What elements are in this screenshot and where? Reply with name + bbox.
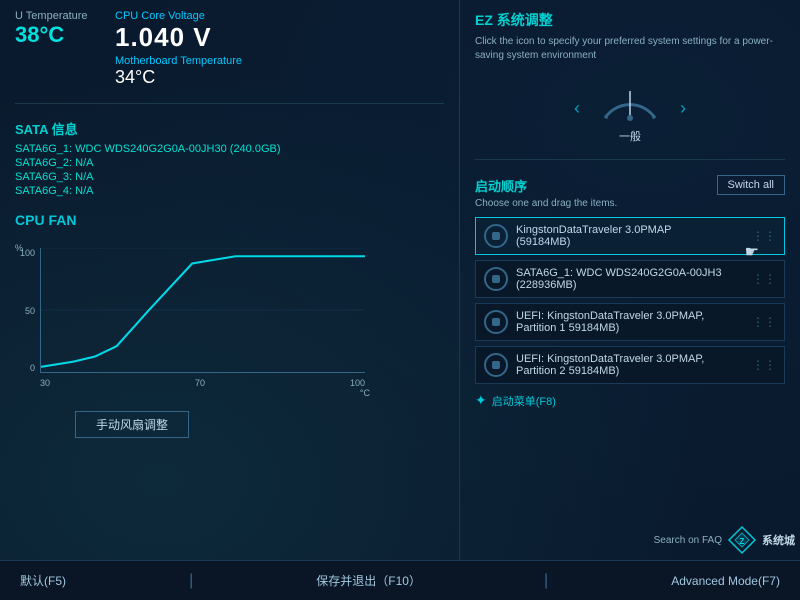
boot-icon-inner-4 (492, 361, 500, 369)
x-tick-100: 100 (350, 378, 365, 388)
fan-title: CPU FAN (15, 212, 444, 228)
y-tick-100: 100 (15, 248, 35, 258)
gauge-wrap: 一般 (595, 73, 665, 144)
watermark-brand: 系统城 (762, 532, 795, 548)
gauge-svg (595, 73, 665, 123)
boot-desc: Choose one and drag the items. (475, 198, 785, 209)
sata-title: SATA 信息 (15, 119, 444, 138)
boot-item-1[interactable]: KingstonDataTraveler 3.0PMAP(59184MB) ⋮⋮… (475, 217, 785, 255)
boot-header: 启动顺序 Switch all (475, 175, 785, 195)
boot-text-2: SATA6G_1: WDC WDS240G2G0A-00JH3(228936MB… (516, 267, 744, 291)
search-label: Search on FAQ (654, 535, 722, 546)
boot-menu[interactable]: ✦ 启动菜单(F8) (475, 392, 785, 409)
watermark-text: Search on FAQ (654, 535, 722, 546)
boot-drag-4: ⋮⋮ (752, 358, 776, 372)
y-tick-50: 50 (15, 306, 35, 316)
boot-text-4: UEFI: KingstonDataTraveler 3.0PMAP,Parti… (516, 353, 744, 377)
mb-temp-label: Motherboard Temperature (115, 55, 444, 67)
boot-drag-1: ⋮⋮ (752, 229, 776, 243)
boot-icon-inner-2 (492, 275, 500, 283)
chart-draw-area (40, 248, 365, 373)
bottom-bar: 默认(F5) | 保存并退出（F10） | Advanced Mode(F7) (0, 560, 800, 600)
boot-item-4[interactable]: UEFI: KingstonDataTraveler 3.0PMAP,Parti… (475, 346, 785, 384)
fan-chart: % 100 50 0 (15, 233, 375, 403)
voltage-label: CPU Core Voltage (115, 10, 444, 22)
fan-section: CPU FAN % 100 50 0 (15, 212, 444, 438)
mb-temp-value: 34°C (115, 67, 444, 88)
chart-x-ticks: 30 70 100 (40, 378, 365, 388)
right-panel: EZ 系统调整 Click the icon to specify your p… (460, 0, 800, 600)
boot-text-1: KingstonDataTraveler 3.0PMAP(59184MB) (516, 224, 744, 248)
svg-text:Z: Z (740, 537, 745, 546)
fan-chart-svg (41, 248, 365, 372)
advanced-mode-button[interactable]: Advanced Mode(F7) (671, 574, 780, 588)
voltage-value: 1.040 V (115, 22, 444, 53)
boot-icon-inner-3 (492, 318, 500, 326)
main-layout: U Temperature 38°C CPU Core Voltage 1.04… (0, 0, 800, 600)
boot-text-3: UEFI: KingstonDataTraveler 3.0PMAP,Parti… (516, 310, 744, 334)
ez-section: EZ 系统调整 Click the icon to specify your p… (475, 10, 785, 160)
save-exit-button[interactable]: 保存并退出（F10） (316, 572, 421, 589)
diamond-logo-svg: Z (727, 525, 757, 555)
boot-icon-2 (484, 267, 508, 291)
chart-y-ticks: 100 50 0 (15, 248, 35, 373)
top-section: U Temperature 38°C CPU Core Voltage 1.04… (15, 10, 444, 104)
sata-item-4: SATA6G_4: N/A (15, 185, 444, 197)
default-button[interactable]: 默认(F5) (20, 572, 66, 589)
voltage-block: CPU Core Voltage 1.040 V Motherboard Tem… (115, 10, 444, 88)
cpu-temp-block: U Temperature 38°C (15, 10, 95, 88)
boot-icon-4 (484, 353, 508, 377)
chart-x-unit: °C (360, 388, 370, 398)
gauge-container: ‹ 一般 › (475, 73, 785, 144)
boot-menu-icon: ✦ (475, 392, 487, 409)
ez-desc: Click the icon to specify your preferred… (475, 35, 785, 63)
boot-drag-2: ⋮⋮ (752, 272, 776, 286)
boot-item-2[interactable]: SATA6G_1: WDC WDS240G2G0A-00JH3(228936MB… (475, 260, 785, 298)
cursor-hand: ☛ (745, 242, 759, 262)
boot-drag-3: ⋮⋮ (752, 315, 776, 329)
boot-menu-text: 启动菜单(F8) (492, 393, 556, 409)
sata-item-3: SATA6G_3: N/A (15, 171, 444, 183)
x-tick-30: 30 (40, 378, 50, 388)
sata-item-1: SATA6G_1: WDC WDS240G2G0A-00JH30 (240.0G… (15, 143, 444, 155)
x-tick-70: 70 (195, 378, 205, 388)
watermark: Search on FAQ Z 系统城 (654, 525, 795, 555)
boot-icon-1 (484, 224, 508, 248)
boot-item-3[interactable]: UEFI: KingstonDataTraveler 3.0PMAP,Parti… (475, 303, 785, 341)
separator-1: | (189, 572, 193, 590)
gauge-right-arrow[interactable]: › (680, 98, 686, 119)
boot-title: 启动顺序 (475, 176, 527, 195)
ez-title: EZ 系统调整 (475, 10, 785, 30)
left-panel: U Temperature 38°C CPU Core Voltage 1.04… (0, 0, 460, 600)
y-tick-0: 0 (15, 363, 35, 373)
sata-item-2: SATA6G_2: N/A (15, 157, 444, 169)
gauge-left-arrow[interactable]: ‹ (574, 98, 580, 119)
switch-all-button[interactable]: Switch all (717, 175, 785, 195)
sata-section: SATA 信息 SATA6G_1: WDC WDS240G2G0A-00JH30… (15, 119, 444, 197)
boot-icon-3 (484, 310, 508, 334)
gauge-label: 一般 (595, 128, 665, 144)
cpu-temp-label: U Temperature (15, 10, 95, 22)
cpu-temp-value: 38°C (15, 22, 95, 48)
separator-2: | (544, 572, 548, 590)
fan-manual-button[interactable]: 手动风扇调整 (75, 411, 189, 438)
boot-icon-inner-1 (492, 232, 500, 240)
